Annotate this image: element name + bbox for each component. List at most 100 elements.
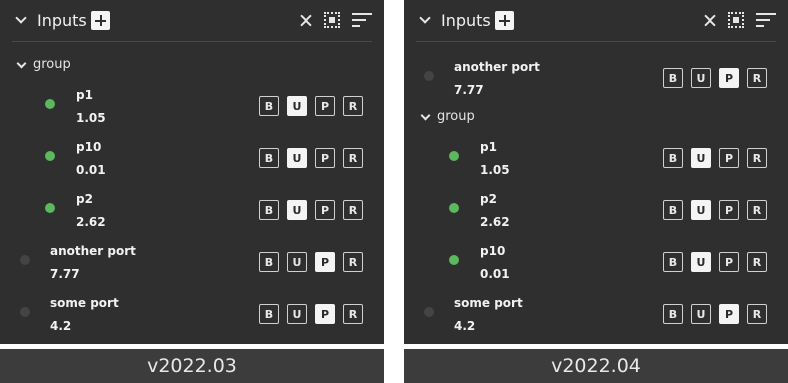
inputs-panel-v2022-04: Inputs another port 7.77 B U P R group p… xyxy=(404,0,788,383)
panel-header: Inputs xyxy=(0,0,384,42)
u-button[interactable]: U xyxy=(287,200,307,220)
r-button[interactable]: R xyxy=(747,68,767,88)
b-button[interactable]: B xyxy=(259,252,279,272)
port-name: p2 xyxy=(76,192,93,206)
r-button[interactable]: R xyxy=(747,148,767,168)
port-status-dot xyxy=(45,151,55,161)
port-value[interactable]: 2.62 xyxy=(480,215,510,229)
version-label: v2022.04 xyxy=(404,349,788,383)
sort-icon[interactable] xyxy=(756,13,776,27)
b-button[interactable]: B xyxy=(259,148,279,168)
p-button[interactable]: P xyxy=(719,148,739,168)
r-button[interactable]: R xyxy=(343,200,363,220)
panel-title: Inputs xyxy=(37,11,87,30)
panel-header: Inputs xyxy=(404,0,788,42)
u-button[interactable]: U xyxy=(287,304,307,324)
r-button[interactable]: R xyxy=(747,252,767,272)
port-row[interactable]: another port 7.77 B U P R xyxy=(404,60,788,104)
port-name: some port xyxy=(50,296,119,310)
port-value[interactable]: 0.01 xyxy=(76,163,106,177)
port-row[interactable]: p2 2.62 B U P R xyxy=(0,192,384,236)
p-button[interactable]: P xyxy=(719,252,739,272)
u-button[interactable]: U xyxy=(691,68,711,88)
b-button[interactable]: B xyxy=(663,68,683,88)
chevron-down-icon[interactable] xyxy=(421,112,430,121)
p-button[interactable]: P xyxy=(719,200,739,220)
u-button[interactable]: U xyxy=(287,96,307,116)
port-row[interactable]: p2 2.62 B U P R xyxy=(404,192,788,236)
p-button[interactable]: P xyxy=(315,200,335,220)
header-divider xyxy=(12,41,372,42)
port-value[interactable]: 7.77 xyxy=(454,83,484,97)
u-button[interactable]: U xyxy=(691,304,711,324)
b-button[interactable]: B xyxy=(663,200,683,220)
u-button[interactable]: U xyxy=(691,148,711,168)
port-row[interactable]: p10 0.01 B U P R xyxy=(404,244,788,288)
collapse-all-icon[interactable] xyxy=(703,11,717,31)
port-row[interactable]: p1 1.05 B U P R xyxy=(404,140,788,184)
port-value[interactable]: 4.2 xyxy=(50,319,71,333)
port-status-dot xyxy=(449,203,459,213)
port-value[interactable]: 7.77 xyxy=(50,267,80,281)
port-status-dot xyxy=(45,99,55,109)
port-name: another port xyxy=(50,244,136,258)
p-button[interactable]: P xyxy=(719,68,739,88)
port-flag-buttons: B U P R xyxy=(663,252,767,272)
r-button[interactable]: R xyxy=(343,304,363,324)
r-button[interactable]: R xyxy=(343,148,363,168)
inputs-panel-v2022-03: Inputs group p1 1.05 B U P R p10 0.01 B … xyxy=(0,0,384,383)
panel-body: Inputs group p1 1.05 B U P R p10 0.01 B … xyxy=(0,0,384,344)
p-button[interactable]: P xyxy=(315,304,335,324)
collapse-section-chevron-icon[interactable] xyxy=(420,14,430,24)
u-button[interactable]: U xyxy=(691,200,711,220)
port-value[interactable]: 0.01 xyxy=(480,267,510,281)
port-flag-buttons: B U P R xyxy=(259,200,363,220)
port-value[interactable]: 2.62 xyxy=(76,215,106,229)
port-value[interactable]: 1.05 xyxy=(76,111,106,125)
port-value[interactable]: 1.05 xyxy=(480,163,510,177)
port-name: p1 xyxy=(480,140,497,154)
r-button[interactable]: R xyxy=(747,200,767,220)
select-all-icon[interactable] xyxy=(728,12,744,28)
collapse-all-icon[interactable] xyxy=(299,11,313,31)
port-row[interactable]: some port 4.2 B U P R xyxy=(0,296,384,340)
p-button[interactable]: P xyxy=(315,252,335,272)
b-button[interactable]: B xyxy=(259,96,279,116)
port-flag-buttons: B U P R xyxy=(259,252,363,272)
u-button[interactable]: U xyxy=(287,252,307,272)
b-button[interactable]: B xyxy=(663,304,683,324)
u-button[interactable]: U xyxy=(691,252,711,272)
p-button[interactable]: P xyxy=(719,304,739,324)
b-button[interactable]: B xyxy=(259,200,279,220)
port-name: another port xyxy=(454,60,540,74)
p-button[interactable]: P xyxy=(315,96,335,116)
select-all-icon[interactable] xyxy=(324,12,340,28)
r-button[interactable]: R xyxy=(343,252,363,272)
chevron-down-icon[interactable] xyxy=(17,60,26,69)
port-row[interactable]: p1 1.05 B U P R xyxy=(0,88,384,132)
r-button[interactable]: R xyxy=(747,304,767,324)
header-divider xyxy=(416,41,776,42)
add-input-button[interactable] xyxy=(91,11,110,30)
group-label: group xyxy=(33,57,71,72)
sort-icon[interactable] xyxy=(352,13,372,27)
port-status-dot xyxy=(45,203,55,213)
b-button[interactable]: B xyxy=(663,148,683,168)
port-name: some port xyxy=(454,296,523,310)
collapse-section-chevron-icon[interactable] xyxy=(16,14,26,24)
port-row[interactable]: another port 7.77 B U P R xyxy=(0,244,384,288)
p-button[interactable]: P xyxy=(315,148,335,168)
port-status-dot xyxy=(424,71,434,81)
u-button[interactable]: U xyxy=(287,148,307,168)
port-value[interactable]: 4.2 xyxy=(454,319,475,333)
add-input-button[interactable] xyxy=(495,11,514,30)
group-label: group xyxy=(437,109,475,124)
b-button[interactable]: B xyxy=(259,304,279,324)
port-row[interactable]: p10 0.01 B U P R xyxy=(0,140,384,184)
port-flag-buttons: B U P R xyxy=(259,304,363,324)
b-button[interactable]: B xyxy=(663,252,683,272)
port-flag-buttons: B U P R xyxy=(663,148,767,168)
r-button[interactable]: R xyxy=(343,96,363,116)
port-row[interactable]: some port 4.2 B U P R xyxy=(404,296,788,340)
port-flag-buttons: B U P R xyxy=(663,200,767,220)
